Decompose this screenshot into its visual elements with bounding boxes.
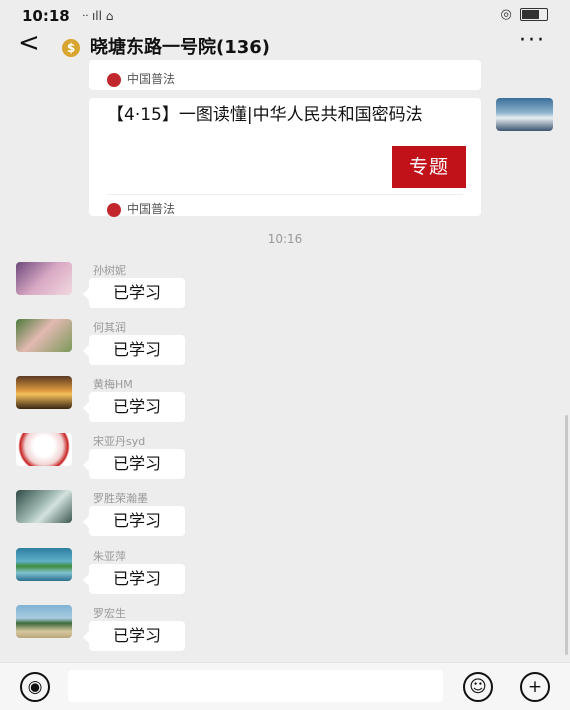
avatar[interactable] [16,433,72,466]
plus-icon[interactable]: + [520,672,550,702]
message-bubble[interactable]: 已学习 [83,449,185,479]
back-button[interactable]: < [18,28,40,58]
article-card[interactable]: 【4·15】一图读懂|中华人民共和国密码法 专题 中国普法 [89,98,481,217]
avatar[interactable] [16,490,72,523]
sender-name: 黄梅HM [93,378,133,391]
avatar[interactable] [16,376,72,409]
message-bubble[interactable]: 已学习 [83,392,185,422]
article-source-text: 中国普法 [127,202,176,216]
voice-input-icon[interactable]: ◉ [20,672,50,702]
status-bar: 10:18 ᐧᐧ ıll ⌂ ◎ [0,0,570,30]
message-bubble[interactable]: 已学习 [83,335,185,365]
avatar[interactable] [16,262,72,295]
battery-icon [520,8,548,21]
emoji-icon[interactable]: ☺ [463,672,493,702]
avatar[interactable] [16,319,72,352]
sender-name: 罗宏生 [93,607,126,620]
message-bubble[interactable]: 已学习 [83,278,185,308]
status-time: 10:18 [22,7,70,25]
message-bubble[interactable]: 已学习 [83,621,185,651]
input-bar: ◉ ☺ + [0,662,570,710]
article-thumbnail: 专题 [392,146,466,188]
article-source-text: 中国普法 [127,72,176,86]
chat-title: $ 晓塘东路一号院(136) [62,33,270,59]
message-input[interactable] [68,670,443,702]
chat-header: < $ 晓塘东路一号院(136) ··· [0,28,570,60]
sender-name: 宋亚丹syd [93,435,146,448]
time-separator: 10:16 [267,232,303,246]
avatar[interactable] [16,548,72,581]
nfc-icon: ◎ [500,7,512,22]
message-bubble[interactable]: 已学习 [83,564,185,594]
sender-name: 孙树妮 [93,264,126,277]
avatar[interactable] [16,605,72,638]
money-bag-icon: $ [62,39,80,57]
article-title: 【4·15】一图读懂|中华人民共和国密码法 [107,105,423,125]
scrollbar[interactable] [565,415,568,655]
article-source: 中国普法 [107,200,175,217]
divider [107,194,463,195]
avatar[interactable] [496,98,553,131]
sender-name: 朱亚萍 [93,550,126,563]
message-bubble[interactable]: 已学习 [83,506,185,536]
article-source: 中国普法 [107,70,175,87]
more-button[interactable]: ··· [519,28,546,53]
signal-icon: ᐧᐧ ıll ⌂ [82,9,114,23]
china-law-logo-icon [107,72,121,87]
sender-name: 罗胜荣瀚墨 [93,492,148,505]
status-icons: ◎ [501,7,548,22]
sender-name: 何其润 [93,321,126,334]
china-law-logo-icon [107,202,121,217]
chat-title-text: 晓塘东路一号院(136) [90,37,271,58]
article-card[interactable]: 中国普法 [89,60,481,90]
